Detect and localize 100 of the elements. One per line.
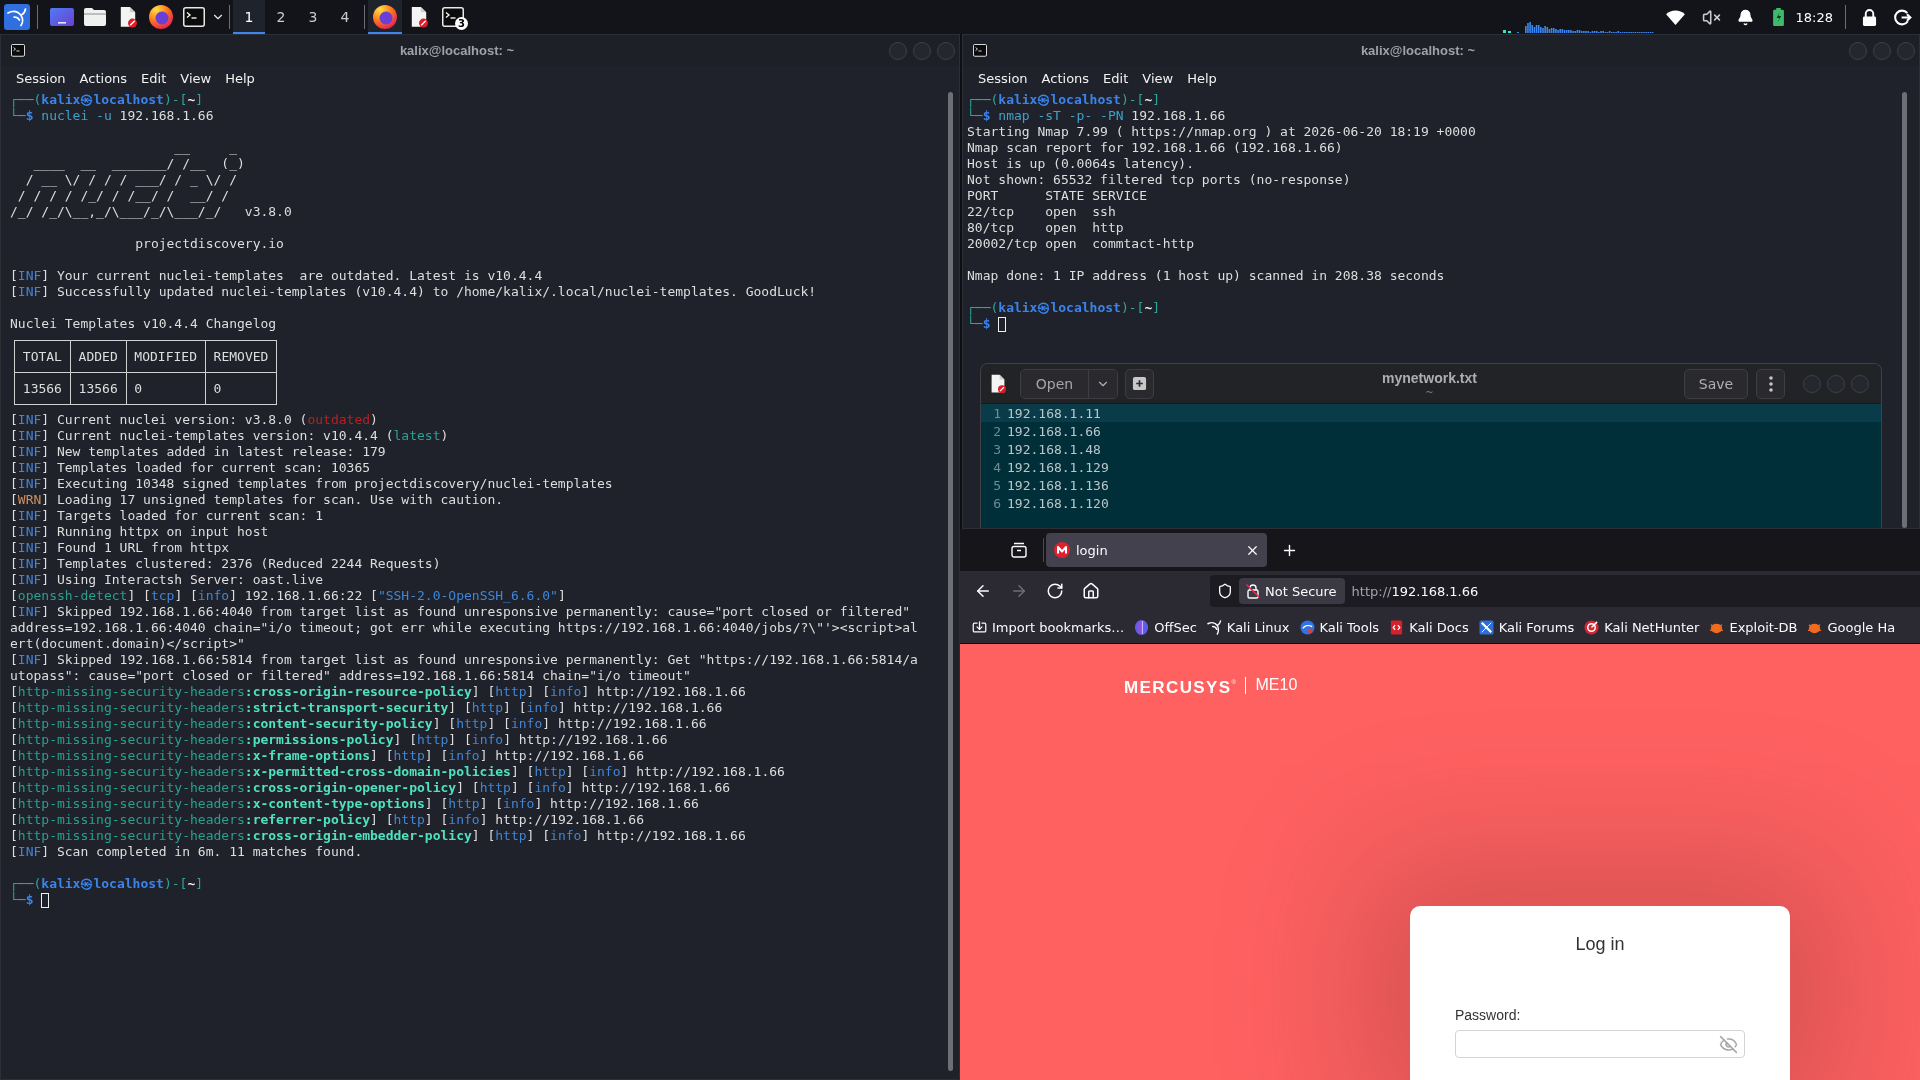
workspace-button[interactable]: 2 [265,0,297,34]
terminal-line: [INF] Your current nuclei-templates are outdated. Latest is v10.4.4 [10,268,543,284]
security-indicator[interactable]: Not Secure [1239,578,1345,604]
scrollbar[interactable] [948,92,953,1071]
terminal-line: [WRN] Loading 17 unsigned templates for scan. Use with caution. [10,492,504,508]
menu-item[interactable]: View [173,70,219,86]
wifi-icon[interactable] [1666,9,1686,25]
menu-item[interactable]: Help [218,70,262,86]
terminal-line: / / / / /_/ / /__/ / __/ / [16,188,230,204]
lock-icon[interactable] [1861,8,1877,26]
table-cell: 0 [205,372,277,405]
terminal-line: [http-missing-security-headers:cross-origin-opener-policy] [http] [info] http://192.168.1.66 [10,780,731,796]
muted-speaker-icon[interactable] [1702,7,1722,27]
line-number: 5 [992,477,1002,493]
terminal-line: 80/tcp open http [967,220,1124,236]
menu-item[interactable]: View [1135,70,1181,86]
workspace-button[interactable]: 3 [297,0,329,34]
terminal-line: Not shown: 65532 filtered tcp ports (no-response) [967,172,1351,188]
bookmark-link[interactable]: Google Ha [1807,619,1896,635]
bookmark-link[interactable]: Exploit-DB [1709,619,1798,635]
menu-item[interactable]: Actions [1034,70,1097,86]
terminal-line: ____ __ _______/ /__ (_) [32,156,245,172]
line-text: 192.168.1.48 [1006,441,1101,457]
address-bar[interactable]: Not Secure http://192.168.1.66 [1210,575,1920,607]
model-name: ME10 [1255,675,1298,695]
taskbar-window-button[interactable]: 3 [436,0,470,34]
document-icon[interactable] [118,6,137,28]
book-icon [1389,619,1405,635]
crossed-lock-icon [1245,583,1261,599]
workspace-button[interactable]: 4 [329,0,361,34]
terminal-line: / __ \/ / / / ___/ / _ \/ / [24,172,237,188]
folder-icon[interactable] [82,7,107,27]
pen-icon [1478,619,1494,635]
menu-item[interactable]: Edit [134,70,174,86]
bookmark-link[interactable]: OffSec [1134,619,1197,635]
password-field[interactable] [1455,1030,1745,1058]
menu-item[interactable]: Edit [1096,70,1136,86]
line-number: 2 [992,423,1002,439]
bookmark-link[interactable]: Kali Linux [1206,619,1290,635]
bookmark-link[interactable]: Kali Tools [1299,619,1380,635]
terminal-icon[interactable] [182,7,205,27]
terminal-line: [INF] Found 1 URL from httpx [10,540,230,556]
terminal-line: Starting Nmap 7.99 ( https://nmap.org ) at 2026-06-20 18:19 +0000 [967,124,1476,140]
menu-button[interactable] [1756,368,1785,399]
bell-icon[interactable] [1737,8,1755,26]
battery-icon[interactable] [1773,8,1785,26]
terminal-line: 20002/tcp open commtact-http [967,236,1194,252]
terminal-line: projectdiscovery.io [134,236,284,252]
terminal-line: [http-missing-security-headers:permissions-policy] [http] [info] http://192.168.1.66 [10,732,668,748]
terminal-line: [http-missing-security-headers:cross-origin-resource-policy] [http] [info] http://192.168.1.66 [10,684,746,700]
orb-icon [1134,619,1150,635]
terminal-line: ┌──(kalix㉿localhost)-[~] [10,92,204,108]
terminal-line: [http-missing-security-headers:x-permitted-cross-domain-policies] [http] [info] http://192.168.1.66 [10,764,785,780]
table-header: MODIFIED [126,340,206,373]
desktop-icon[interactable] [49,8,74,26]
menu-item[interactable]: Session [971,70,1035,86]
count-badge: 3 [455,17,468,30]
bookmark-link[interactable]: Kali Docs [1389,619,1469,635]
scrollbar[interactable] [1902,92,1907,528]
window-title: mynetwork.txt [1382,369,1477,387]
terminal-line: 22/tcp open ssh [967,204,1116,220]
new-tab-button[interactable] [1125,368,1154,399]
line-text: 192.168.1.136 [1006,477,1109,493]
terminal-line: [INF] Scan completed in 6m. 11 matches found. [10,844,363,860]
document-icon [410,6,428,28]
bookmark-link[interactable]: Import bookmarks… [972,619,1125,635]
terminal-line: [openssh-detect] [tcp] [info] 192.168.1.66:22 ["SSH-2.0-OpenSSH_6.6.0"] [10,588,566,604]
terminal-icon [973,44,987,57]
menu-item[interactable]: Help [1180,70,1224,86]
menu-item[interactable]: Actions [72,70,135,86]
bookmark-link[interactable]: Kali NetHunter [1584,619,1700,635]
terminal-line: └─$ [10,892,34,908]
terminal-line: [http-missing-security-headers:content-security-policy] [http] [info] http://192.168.1.66 [10,716,707,732]
bookmark-link[interactable]: Kali Forums [1478,619,1575,635]
house-icon[interactable] [1082,582,1100,600]
tabs-icon[interactable] [1011,542,1027,558]
import-icon [972,619,987,635]
terminal-line: Host is up (0.0064s latency). [967,156,1194,172]
save-button[interactable]: Save [1684,368,1748,399]
browser-tab[interactable]: login [1046,533,1267,567]
browser-icon[interactable] [148,5,173,29]
shield-icon[interactable] [1217,583,1233,599]
terminal-line: └─$ nmap -sT -p- -PN 192.168.1.66 [967,108,1226,124]
terminal-line: └─$ nuclei -u 192.168.1.66 [10,108,214,124]
terminal-line: Nuclei Templates v10.4.4 Changelog [10,316,277,332]
logout-icon[interactable] [1894,8,1912,26]
workspace-button[interactable]: 1 [233,0,265,34]
terminal-line: /_/ /_/\__,_/\___/_/\___/_/ v3.8.0 [10,204,292,220]
terminal-line: [INF] Skipped 192.168.1.66:4040 from target list as found unresponsive permanently: cause="port closed or filtered" [10,604,911,620]
terminal-icon [442,7,464,27]
terminal-line: utopass": cause="port closed or filtered" address=192.168.1.66:5814 chain="i/o timeout" [10,668,691,684]
app-menu-icon[interactable] [4,4,30,30]
terminal-line: ┌──(kalix㉿localhost)-[~] [967,300,1161,316]
window-title: kalix@localhost: ~ [398,43,516,58]
menu-item[interactable]: Session [9,70,73,86]
terminal-line: Nmap done: 1 IP address (1 host up) scanned in 208.38 seconds [967,268,1445,284]
line-number: 1 [992,405,1002,421]
browser-icon [373,5,397,29]
circular-arrow-icon[interactable] [1046,582,1064,600]
taskbar-window-button[interactable] [368,0,402,34]
